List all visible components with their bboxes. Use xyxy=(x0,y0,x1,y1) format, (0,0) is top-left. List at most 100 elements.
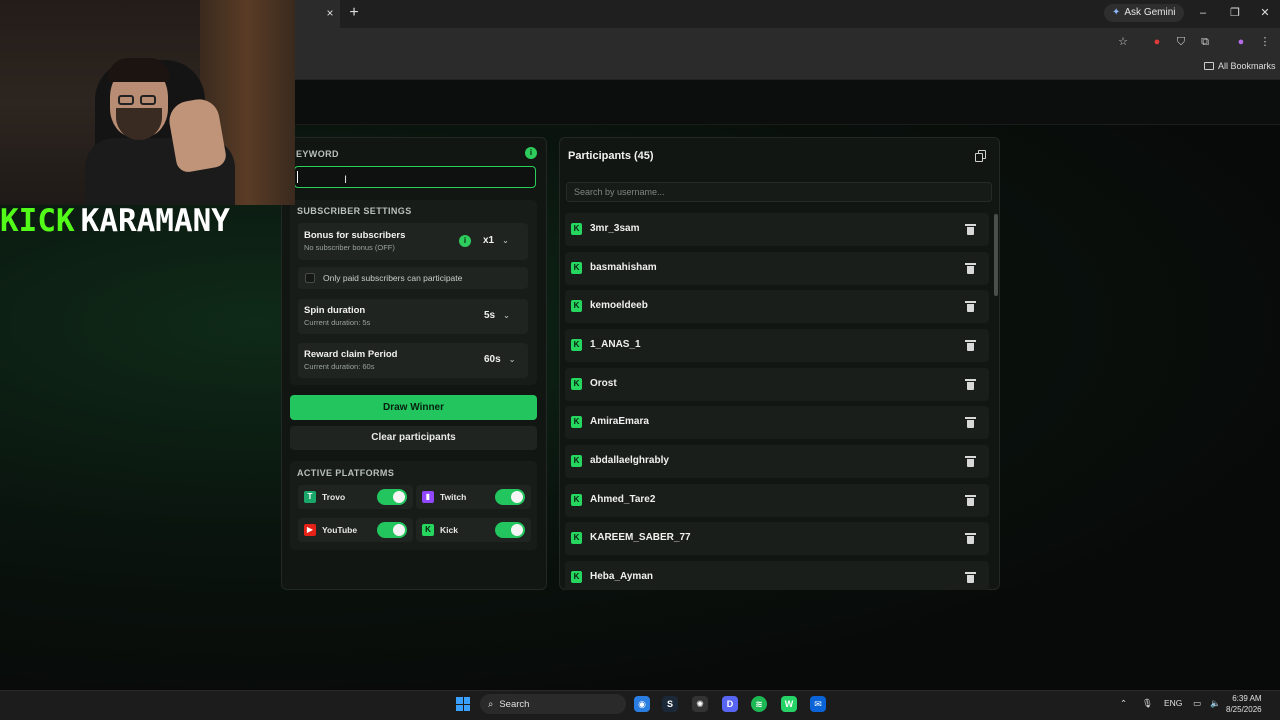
microphone-icon[interactable]: 🎙 xyxy=(1142,698,1153,709)
gemini-icon: ✦ xyxy=(1112,7,1121,18)
browser-menu-icon[interactable]: ⋮ xyxy=(1258,35,1272,49)
text-caret xyxy=(297,171,298,183)
participant-name: abdallaelghrably xyxy=(590,455,669,466)
participant-row: K Ahmed_Tare2 xyxy=(565,484,989,517)
clear-participants-button[interactable]: Clear participants xyxy=(290,426,537,450)
new-tab-icon[interactable]: + xyxy=(346,5,362,21)
clock-date: 8/25/2026 xyxy=(1226,705,1262,714)
participant-row: K 3mr_3sam xyxy=(565,213,989,246)
delete-icon[interactable] xyxy=(965,301,976,312)
trovo-toggle[interactable] xyxy=(377,489,407,505)
delete-icon[interactable] xyxy=(965,572,976,583)
reward-value: 60s xyxy=(484,354,501,365)
bonus-select[interactable]: x1 ⌄ xyxy=(483,235,509,246)
kick-icon: K xyxy=(571,571,582,583)
paid-only-checkbox[interactable] xyxy=(305,273,315,283)
delete-icon[interactable] xyxy=(965,340,976,351)
participants-title: Participants (45) xyxy=(568,150,654,162)
spin-duration-select[interactable]: 5s ⌄ xyxy=(484,310,510,321)
participant-row: K basmahisham xyxy=(565,252,989,285)
network-icon[interactable]: ▭ xyxy=(1193,698,1201,709)
copy-icon[interactable] xyxy=(974,149,988,163)
chevron-down-icon: ⌄ xyxy=(503,311,510,320)
draw-winner-button[interactable]: Draw Winner xyxy=(290,395,537,420)
bonus-subtitle: No subscriber bonus (OFF) xyxy=(304,243,395,252)
tab-close-icon[interactable]: × xyxy=(323,6,337,20)
kick-icon: K xyxy=(571,300,582,312)
streamer-name-text: KARAMANY xyxy=(80,203,230,239)
all-bookmarks-button[interactable]: All Bookmarks xyxy=(1204,61,1276,71)
youtube-toggle[interactable] xyxy=(377,522,407,538)
kick-toggle[interactable] xyxy=(495,522,525,538)
mail-icon[interactable]: ✉ xyxy=(810,696,826,712)
taskbar-clock[interactable]: 6:39 AM 8/25/2026 xyxy=(1226,693,1262,715)
kick-icon: K xyxy=(571,532,582,544)
minimize-icon[interactable]: – xyxy=(1196,6,1210,20)
kick-logo-text: KICK xyxy=(0,203,75,239)
delete-icon[interactable] xyxy=(965,263,976,274)
delete-icon[interactable] xyxy=(965,379,976,390)
spin-title: Spin duration xyxy=(304,305,366,316)
volume-icon[interactable]: 🔈 xyxy=(1210,698,1221,709)
tray-chevron-icon[interactable]: ⌃ xyxy=(1120,698,1127,709)
bookmark-star-icon[interactable]: ☆ xyxy=(1116,35,1130,49)
participant-name: basmahisham xyxy=(590,262,657,273)
language-indicator[interactable]: ENG xyxy=(1164,698,1182,708)
paid-only-label: Only paid subscribers can participate xyxy=(323,273,463,283)
keyword-info-icon[interactable]: i xyxy=(525,147,537,159)
steam-icon[interactable]: S xyxy=(662,696,678,712)
subscriber-settings-label: SUBSCRIBER SETTINGS xyxy=(297,206,412,216)
windows-start-icon[interactable] xyxy=(456,697,470,711)
participant-name: AmiraEmara xyxy=(590,416,649,427)
spin-subtitle: Current duration: 5s xyxy=(304,318,371,327)
participant-name: kemoeldeeb xyxy=(590,300,648,311)
kick-icon: K xyxy=(571,339,582,351)
openai-icon[interactable]: ✺ xyxy=(692,696,708,712)
bonus-value: x1 xyxy=(483,235,495,246)
delete-icon[interactable] xyxy=(965,224,976,235)
kick-icon: K xyxy=(571,494,582,506)
discord-icon[interactable]: D xyxy=(722,696,738,712)
clock-time: 6:39 AM xyxy=(1232,694,1262,703)
keyword-input[interactable] xyxy=(294,166,536,188)
twitch-icon: ▮ xyxy=(422,491,434,503)
reward-period-select[interactable]: 60s ⌄ xyxy=(484,354,515,365)
participant-name: Ahmed_Tare2 xyxy=(590,494,656,505)
participant-row: K Orost xyxy=(565,368,989,401)
extensions-puzzle-icon[interactable]: ⧉ xyxy=(1198,35,1212,49)
search-icon: ⌕ xyxy=(488,698,494,710)
kick-icon: K xyxy=(571,416,582,428)
participant-name: Orost xyxy=(590,378,617,389)
chevron-down-icon: ⌄ xyxy=(502,236,509,245)
ask-gemini-button[interactable]: ✦ Ask Gemini xyxy=(1104,4,1184,22)
shield-extension-icon[interactable]: ⛉ xyxy=(1174,35,1188,49)
delete-icon[interactable] xyxy=(965,417,976,428)
twitch-toggle[interactable] xyxy=(495,489,525,505)
restore-icon[interactable]: ❐ xyxy=(1228,6,1242,20)
bonus-info-icon[interactable]: i xyxy=(459,235,471,247)
address-bar[interactable] xyxy=(295,32,1105,52)
participant-row: K abdallaelghrably xyxy=(565,445,989,478)
delete-icon[interactable] xyxy=(965,533,976,544)
participant-search-input[interactable] xyxy=(566,182,992,202)
bonus-title: Bonus for subscribers xyxy=(304,230,406,241)
platform-kick: K Kick xyxy=(416,518,531,542)
taskbar-search[interactable]: ⌕ Search xyxy=(480,694,626,714)
participants-scrollbar[interactable] xyxy=(994,214,998,296)
taskbar-search-label: Search xyxy=(499,698,530,710)
delete-icon[interactable] xyxy=(965,495,976,506)
extension-red-icon[interactable]: ● xyxy=(1150,35,1164,49)
participant-name: 3mr_3sam xyxy=(590,223,640,234)
chrome-icon[interactable]: ◉ xyxy=(634,696,650,712)
webcam-overlay xyxy=(0,0,295,205)
platform-youtube: ▶ YouTube xyxy=(298,518,413,542)
kick-icon: K xyxy=(571,455,582,467)
profile-avatar[interactable]: ● xyxy=(1234,35,1248,49)
whatsapp-icon[interactable]: W xyxy=(781,696,797,712)
glasses-left xyxy=(118,95,134,105)
youtube-icon: ▶ xyxy=(304,524,316,536)
spotify-icon[interactable]: ≋ xyxy=(751,696,767,712)
close-window-icon[interactable]: ✕ xyxy=(1258,6,1272,20)
delete-icon[interactable] xyxy=(965,456,976,467)
folder-icon xyxy=(1204,62,1214,70)
